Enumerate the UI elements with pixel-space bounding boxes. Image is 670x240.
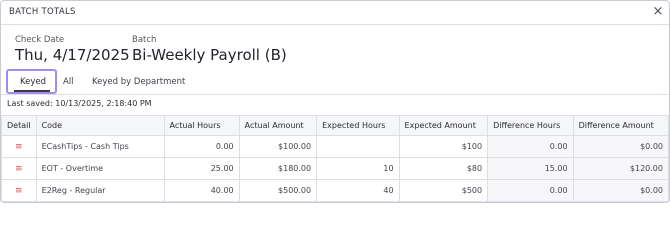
table-row: ≡ E2Reg - Regular 40.00 $500.00 40 $500 …	[1, 179, 669, 202]
batch-totals-table: Detail Code Actual Hours Actual Amount E…	[1, 115, 669, 202]
column-header-actual-amount[interactable]: Actual Amount	[238, 115, 318, 136]
actual-hours-cell: 0.00	[163, 135, 240, 158]
check-date-value: Thu, 4/17/2025	[15, 46, 130, 64]
tab-all[interactable]: All	[63, 77, 74, 87]
difference-amount-cell: $0.00	[572, 135, 669, 158]
difference-amount-cell: $120.00	[572, 157, 669, 180]
dialog-title: BATCH TOTALS	[9, 7, 76, 17]
expected-hours-input[interactable]: 10	[316, 157, 400, 180]
column-header-difference-hours[interactable]: Difference Hours	[487, 115, 574, 136]
actual-hours-cell: 40.00	[163, 179, 240, 202]
last-saved-text: Last saved: 10/13/2025, 2:18:40 PM	[7, 99, 152, 108]
detail-menu-icon[interactable]: ≡	[15, 186, 23, 196]
actual-hours-cell: 25.00	[163, 157, 240, 180]
batch-value: Bi-Weekly Payroll (B)	[132, 46, 287, 64]
tab-keyed-label: Keyed	[20, 77, 47, 87]
batch-label: Batch	[132, 35, 157, 45]
expected-amount-input[interactable]: $100	[398, 135, 489, 158]
actual-amount-cell: $180.00	[238, 157, 318, 180]
difference-hours-cell: 15.00	[487, 157, 574, 180]
expected-hours-input[interactable]	[316, 135, 400, 158]
expected-hours-input[interactable]: 40	[316, 179, 400, 202]
active-tab-indicator	[14, 90, 50, 92]
detail-menu-icon[interactable]: ≡	[15, 142, 23, 152]
table-header-row: Detail Code Actual Hours Actual Amount E…	[1, 115, 669, 136]
close-icon[interactable]: ×	[651, 4, 665, 20]
tab-divider	[1, 94, 669, 95]
expected-amount-input[interactable]: $500	[398, 179, 489, 202]
check-date-label: Check Date	[15, 35, 65, 45]
detail-menu-icon[interactable]: ≡	[15, 164, 23, 174]
code-cell: ECashTips - Cash Tips	[35, 135, 165, 158]
difference-hours-cell: 0.00	[487, 135, 574, 158]
column-header-detail[interactable]: Detail	[1, 115, 37, 136]
detail-cell: ≡	[1, 157, 37, 180]
dialog-titlebar: BATCH TOTALS ×	[1, 1, 669, 25]
column-header-difference-amount[interactable]: Difference Amount	[572, 115, 669, 136]
column-header-expected-amount[interactable]: Expected Amount	[398, 115, 489, 136]
actual-amount-cell: $100.00	[238, 135, 318, 158]
tab-keyed[interactable]: Keyed	[6, 69, 57, 94]
actual-amount-cell: $500.00	[238, 179, 318, 202]
table-row: ≡ EOT - Overtime 25.00 $180.00 10 $80 15…	[1, 157, 669, 180]
detail-cell: ≡	[1, 179, 37, 202]
code-cell: E2Reg - Regular	[35, 179, 165, 202]
code-cell: EOT - Overtime	[35, 157, 165, 180]
expected-amount-input[interactable]: $80	[398, 157, 489, 180]
table-row: ≡ ECashTips - Cash Tips 0.00 $100.00 $10…	[1, 135, 669, 158]
column-header-code[interactable]: Code	[35, 115, 165, 136]
column-header-expected-hours[interactable]: Expected Hours	[316, 115, 400, 136]
batch-totals-dialog: BATCH TOTALS × Check Date Thu, 4/17/2025…	[0, 0, 670, 203]
difference-amount-cell: $0.00	[572, 179, 669, 202]
column-header-actual-hours[interactable]: Actual Hours	[163, 115, 240, 136]
tab-keyed-by-department[interactable]: Keyed by Department	[92, 77, 185, 87]
detail-cell: ≡	[1, 135, 37, 158]
difference-hours-cell: 0.00	[487, 179, 574, 202]
